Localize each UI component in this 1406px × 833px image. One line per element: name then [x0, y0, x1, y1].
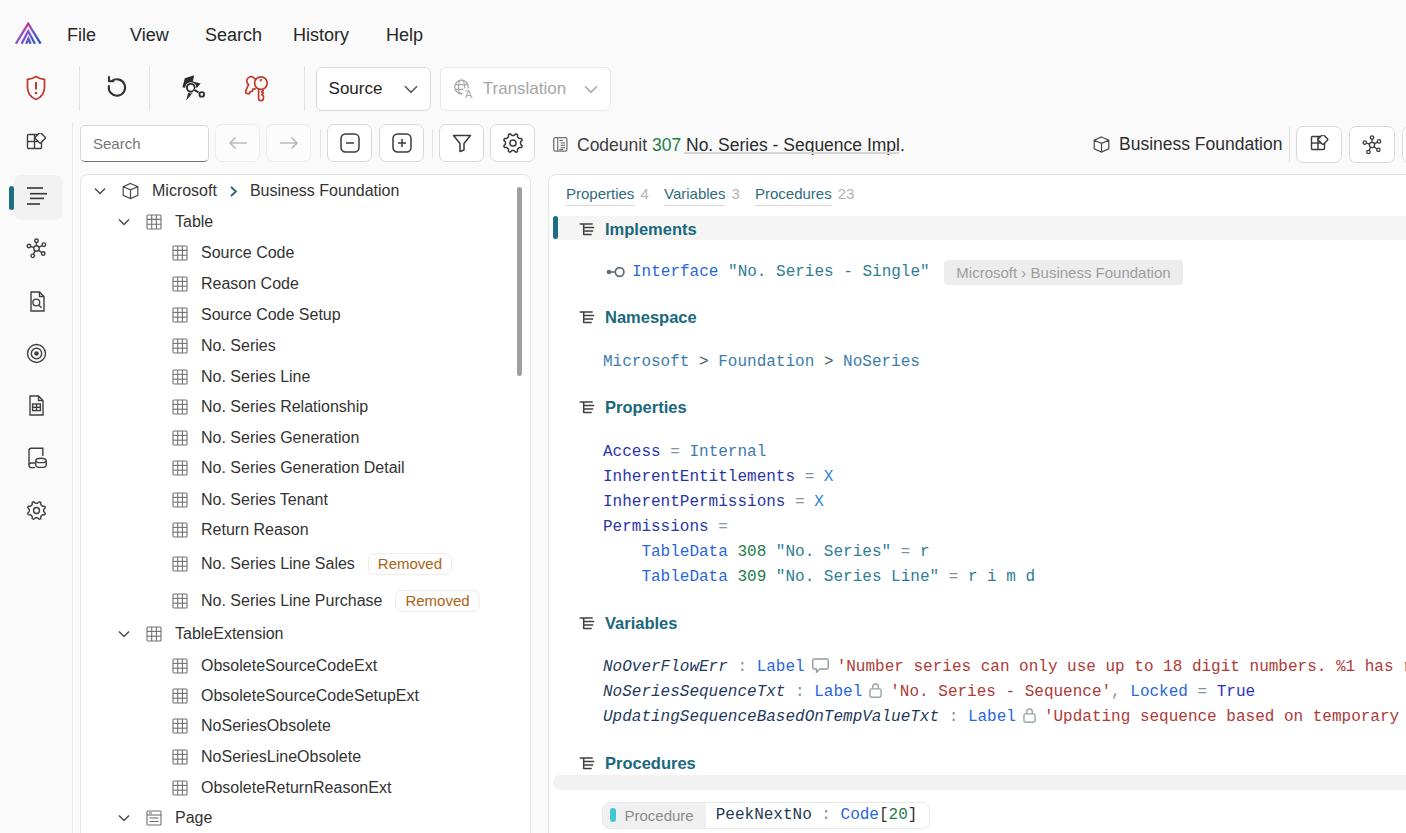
svg-text:A: A	[465, 88, 473, 100]
